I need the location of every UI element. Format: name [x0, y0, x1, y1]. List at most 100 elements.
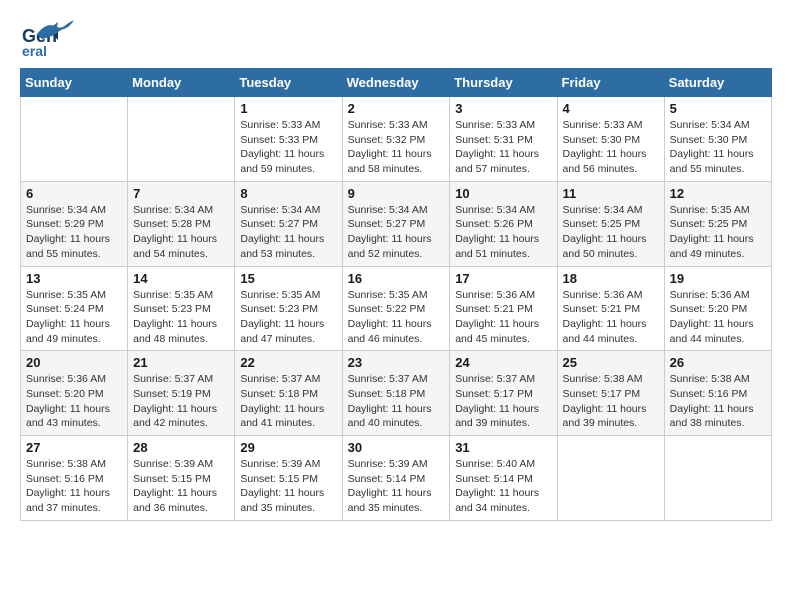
calendar-cell: 5 Sunrise: 5:34 AM Sunset: 5:30 PM Daylig…	[664, 97, 771, 182]
day-info: Sunrise: 5:39 AM Sunset: 5:14 PM Dayligh…	[348, 457, 445, 516]
calendar-cell: 8 Sunrise: 5:34 AM Sunset: 5:27 PM Daylig…	[235, 181, 342, 266]
calendar-cell: 21 Sunrise: 5:37 AM Sunset: 5:19 PM Dayli…	[128, 351, 235, 436]
header: Gen eral	[20, 20, 772, 58]
calendar-cell: 12Sunrise: 5:35 AM Sunset: 5:25 PM Dayli…	[664, 181, 771, 266]
day-number: 16	[348, 271, 445, 286]
day-number: 24	[455, 355, 551, 370]
day-number: 29	[240, 440, 336, 455]
calendar-cell: 24 Sunrise: 5:37 AM Sunset: 5:17 PM Dayli…	[450, 351, 557, 436]
header-friday: Friday	[557, 69, 664, 97]
calendar-cell: 28 Sunrise: 5:39 AM Sunset: 5:15 PM Dayli…	[128, 436, 235, 521]
calendar-cell: 1 Sunrise: 5:33 AM Sunset: 5:33 PM Daylig…	[235, 97, 342, 182]
day-info: Sunrise: 5:34 AM Sunset: 5:30 PM Dayligh…	[670, 118, 766, 177]
calendar-cell: 13 Sunrise: 5:35 AM Sunset: 5:24 PM Dayli…	[21, 266, 128, 351]
day-number: 26	[670, 355, 766, 370]
day-number: 30	[348, 440, 445, 455]
calendar-cell: 31Sunrise: 5:40 AM Sunset: 5:14 PM Dayli…	[450, 436, 557, 521]
calendar-cell: 7 Sunrise: 5:34 AM Sunset: 5:28 PM Daylig…	[128, 181, 235, 266]
calendar-cell: 26 Sunrise: 5:38 AM Sunset: 5:16 PM Dayli…	[664, 351, 771, 436]
calendar-week-row: 6 Sunrise: 5:34 AM Sunset: 5:29 PM Daylig…	[21, 181, 772, 266]
day-number: 3	[455, 101, 551, 116]
calendar-cell: 4Sunrise: 5:33 AM Sunset: 5:30 PM Daylig…	[557, 97, 664, 182]
day-info: Sunrise: 5:35 AM Sunset: 5:23 PM Dayligh…	[133, 288, 229, 347]
calendar-cell: 6 Sunrise: 5:34 AM Sunset: 5:29 PM Daylig…	[21, 181, 128, 266]
day-info: Sunrise: 5:33 AM Sunset: 5:33 PM Dayligh…	[240, 118, 336, 177]
day-number: 27	[26, 440, 122, 455]
calendar-week-row: 27 Sunrise: 5:38 AM Sunset: 5:16 PM Dayli…	[21, 436, 772, 521]
calendar-cell	[557, 436, 664, 521]
calendar-cell: 27 Sunrise: 5:38 AM Sunset: 5:16 PM Dayli…	[21, 436, 128, 521]
calendar-cell: 2 Sunrise: 5:33 AM Sunset: 5:32 PM Daylig…	[342, 97, 450, 182]
day-number: 5	[670, 101, 766, 116]
day-number: 1	[240, 101, 336, 116]
calendar-week-row: 13 Sunrise: 5:35 AM Sunset: 5:24 PM Dayli…	[21, 266, 772, 351]
day-number: 13	[26, 271, 122, 286]
header-tuesday: Tuesday	[235, 69, 342, 97]
calendar-cell: 18 Sunrise: 5:36 AM Sunset: 5:21 PM Dayli…	[557, 266, 664, 351]
day-info: Sunrise: 5:34 AM Sunset: 5:28 PM Dayligh…	[133, 203, 229, 262]
calendar-cell	[21, 97, 128, 182]
calendar-cell: 22 Sunrise: 5:37 AM Sunset: 5:18 PM Dayli…	[235, 351, 342, 436]
page-container: Gen eral	[20, 20, 772, 521]
calendar-cell: 10Sunrise: 5:34 AM Sunset: 5:26 PM Dayli…	[450, 181, 557, 266]
calendar-cell: 30 Sunrise: 5:39 AM Sunset: 5:14 PM Dayli…	[342, 436, 450, 521]
calendar-cell: 3 Sunrise: 5:33 AM Sunset: 5:31 PM Daylig…	[450, 97, 557, 182]
calendar-cell: 15 Sunrise: 5:35 AM Sunset: 5:23 PM Dayli…	[235, 266, 342, 351]
day-info: Sunrise: 5:35 AM Sunset: 5:23 PM Dayligh…	[240, 288, 336, 347]
day-info: Sunrise: 5:37 AM Sunset: 5:18 PM Dayligh…	[240, 372, 336, 431]
day-info: Sunrise: 5:38 AM Sunset: 5:17 PM Dayligh…	[563, 372, 659, 431]
day-number: 20	[26, 355, 122, 370]
calendar-cell: 20Sunrise: 5:36 AM Sunset: 5:20 PM Dayli…	[21, 351, 128, 436]
day-info: Sunrise: 5:35 AM Sunset: 5:24 PM Dayligh…	[26, 288, 122, 347]
day-number: 4	[563, 101, 659, 116]
day-info: Sunrise: 5:39 AM Sunset: 5:15 PM Dayligh…	[240, 457, 336, 516]
day-info: Sunrise: 5:36 AM Sunset: 5:20 PM Dayligh…	[670, 288, 766, 347]
day-info: Sunrise: 5:34 AM Sunset: 5:29 PM Dayligh…	[26, 203, 122, 262]
calendar-cell: 19 Sunrise: 5:36 AM Sunset: 5:20 PM Dayli…	[664, 266, 771, 351]
bird-icon	[32, 19, 77, 44]
header-thursday: Thursday	[450, 69, 557, 97]
day-number: 7	[133, 186, 229, 201]
calendar-week-row: 20Sunrise: 5:36 AM Sunset: 5:20 PM Dayli…	[21, 351, 772, 436]
day-number: 2	[348, 101, 445, 116]
day-number: 21	[133, 355, 229, 370]
day-info: Sunrise: 5:35 AM Sunset: 5:22 PM Dayligh…	[348, 288, 445, 347]
logo: Gen eral	[20, 20, 77, 58]
day-number: 11	[563, 186, 659, 201]
day-number: 22	[240, 355, 336, 370]
calendar-cell: 25Sunrise: 5:38 AM Sunset: 5:17 PM Dayli…	[557, 351, 664, 436]
day-info: Sunrise: 5:34 AM Sunset: 5:25 PM Dayligh…	[563, 203, 659, 262]
day-info: Sunrise: 5:38 AM Sunset: 5:16 PM Dayligh…	[670, 372, 766, 431]
calendar-cell: 16 Sunrise: 5:35 AM Sunset: 5:22 PM Dayli…	[342, 266, 450, 351]
day-number: 12	[670, 186, 766, 201]
day-number: 10	[455, 186, 551, 201]
weekday-header-row: Sunday Monday Tuesday Wednesday Thursday…	[21, 69, 772, 97]
day-info: Sunrise: 5:37 AM Sunset: 5:18 PM Dayligh…	[348, 372, 445, 431]
day-number: 9	[348, 186, 445, 201]
day-info: Sunrise: 5:34 AM Sunset: 5:27 PM Dayligh…	[348, 203, 445, 262]
day-info: Sunrise: 5:38 AM Sunset: 5:16 PM Dayligh…	[26, 457, 122, 516]
day-info: Sunrise: 5:37 AM Sunset: 5:19 PM Dayligh…	[133, 372, 229, 431]
day-info: Sunrise: 5:36 AM Sunset: 5:21 PM Dayligh…	[455, 288, 551, 347]
header-sunday: Sunday	[21, 69, 128, 97]
calendar-cell	[128, 97, 235, 182]
day-number: 6	[26, 186, 122, 201]
day-info: Sunrise: 5:39 AM Sunset: 5:15 PM Dayligh…	[133, 457, 229, 516]
header-saturday: Saturday	[664, 69, 771, 97]
day-info: Sunrise: 5:33 AM Sunset: 5:32 PM Dayligh…	[348, 118, 445, 177]
day-number: 8	[240, 186, 336, 201]
day-info: Sunrise: 5:36 AM Sunset: 5:21 PM Dayligh…	[563, 288, 659, 347]
calendar-cell: 14 Sunrise: 5:35 AM Sunset: 5:23 PM Dayli…	[128, 266, 235, 351]
day-number: 14	[133, 271, 229, 286]
day-number: 18	[563, 271, 659, 286]
day-info: Sunrise: 5:33 AM Sunset: 5:31 PM Dayligh…	[455, 118, 551, 177]
calendar-cell	[664, 436, 771, 521]
day-number: 15	[240, 271, 336, 286]
day-number: 31	[455, 440, 551, 455]
day-info: Sunrise: 5:34 AM Sunset: 5:27 PM Dayligh…	[240, 203, 336, 262]
day-number: 19	[670, 271, 766, 286]
day-info: Sunrise: 5:37 AM Sunset: 5:17 PM Dayligh…	[455, 372, 551, 431]
calendar-cell: 17Sunrise: 5:36 AM Sunset: 5:21 PM Dayli…	[450, 266, 557, 351]
day-number: 23	[348, 355, 445, 370]
day-number: 28	[133, 440, 229, 455]
